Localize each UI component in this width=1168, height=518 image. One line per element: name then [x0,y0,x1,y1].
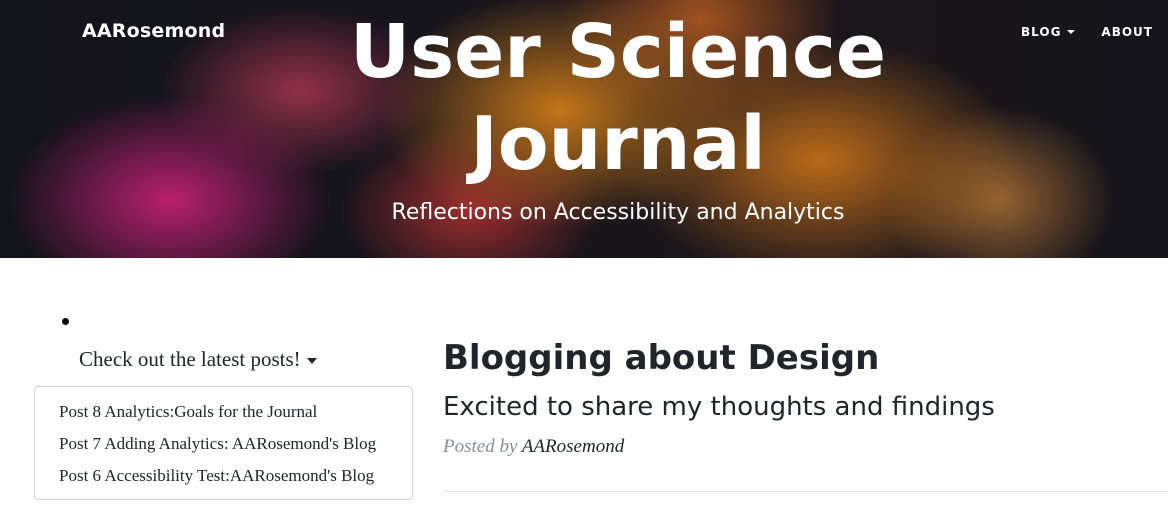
site-title: User Science Journal [349,9,887,187]
author-link[interactable]: AARosemond [522,436,624,457]
latest-posts-menu: Post 8 Analytics:Goals for the Journal P… [34,386,413,500]
menu-item-post-7[interactable]: Post 7 Adding Analytics: AARosemond's Bl… [35,430,412,462]
menu-item-post-8[interactable]: Post 8 Analytics:Goals for the Journal [35,398,412,430]
post-subtitle[interactable]: Excited to share my thoughts and finding… [443,392,995,422]
dropdown-toggle-label: Check out the latest posts! [79,347,301,371]
post-title-link[interactable]: Blogging about Design [443,338,879,378]
post-meta: Posted by AARosemond [443,436,624,458]
site-subtitle: Reflections on Accessibility and Analyti… [391,200,845,225]
hero-header: AARosemond BLOG ABOUT User Science Journ… [0,0,1168,258]
list-bullet-icon [62,318,69,325]
latest-posts-dropdown-toggle[interactable]: Check out the latest posts! [79,347,317,372]
divider [443,491,1168,492]
posted-by-label: Posted by [443,436,518,457]
caret-down-icon [306,357,317,364]
menu-item-post-6[interactable]: Post 6 Accessibility Test:AARosemond's B… [35,462,412,494]
